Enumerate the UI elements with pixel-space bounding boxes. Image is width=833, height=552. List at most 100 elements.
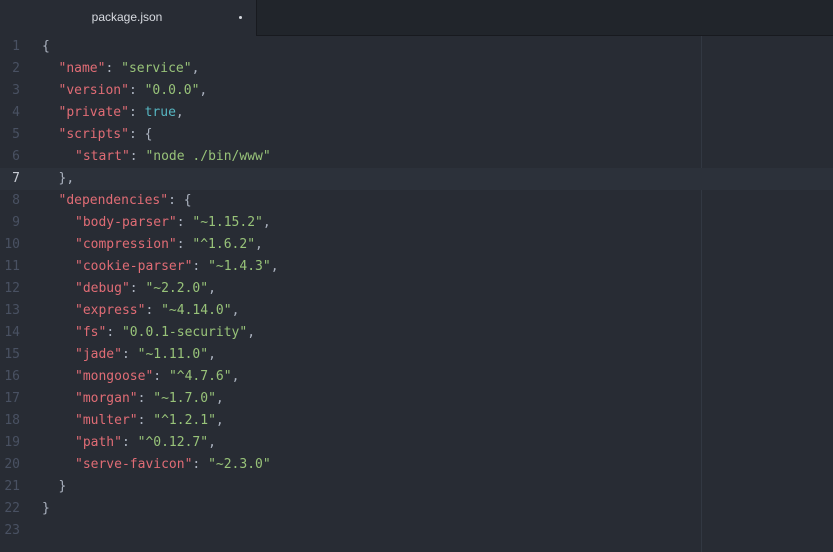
json-punctuation: :: [105, 61, 122, 76]
json-punctuation: :: [145, 303, 162, 318]
json-punctuation: : {: [128, 127, 153, 142]
line-number[interactable]: 12: [0, 278, 20, 300]
code-line[interactable]: 8 "dependencies": {: [0, 190, 833, 212]
json-punctuation: :: [137, 391, 154, 406]
line-number[interactable]: 13: [0, 300, 20, 322]
json-punctuation: :: [192, 457, 209, 472]
line-code: }: [42, 498, 50, 520]
json-string: "~2.2.0": [145, 281, 209, 296]
line-number[interactable]: 18: [0, 410, 20, 432]
code-line[interactable]: 4 "private": true,: [0, 102, 833, 124]
json-punctuation: ,: [262, 215, 271, 230]
line-code: "multer": "^1.2.1",: [75, 410, 224, 432]
code-line[interactable]: 9 "body-parser": "~1.15.2",: [0, 212, 833, 234]
line-code: "express": "~4.14.0",: [75, 300, 239, 322]
json-key: "path": [75, 435, 122, 450]
json-punctuation: ,: [231, 303, 240, 318]
json-punctuation: : {: [168, 193, 192, 208]
code-line[interactable]: 13 "express": "~4.14.0",: [0, 300, 833, 322]
json-key: "fs": [75, 325, 107, 340]
line-number[interactable]: 14: [0, 322, 20, 344]
line-code: {: [42, 36, 50, 58]
line-number[interactable]: 2: [0, 58, 20, 80]
json-punctuation: :: [121, 435, 138, 450]
json-punctuation: ,: [199, 83, 208, 98]
json-string: "service": [121, 61, 192, 76]
line-number[interactable]: 9: [0, 212, 20, 234]
line-number[interactable]: 23: [0, 520, 20, 542]
line-code: "morgan": "~1.7.0",: [75, 388, 224, 410]
line-code: "name": "service",: [59, 58, 200, 80]
line-number[interactable]: 11: [0, 256, 20, 278]
code-line[interactable]: 20 "serve-favicon": "~2.3.0": [0, 454, 833, 476]
json-punctuation: :: [137, 413, 154, 428]
code-line[interactable]: 21}: [0, 476, 833, 498]
line-number[interactable]: 5: [0, 124, 20, 146]
json-key: "name": [58, 61, 106, 76]
json-key: "serve-favicon": [75, 457, 193, 472]
json-string: "~1.11.0": [137, 347, 209, 362]
code-line[interactable]: 7},: [0, 168, 833, 190]
json-punctuation: ,: [215, 413, 224, 428]
json-key: "private": [58, 105, 129, 120]
json-string: "~1.15.2": [192, 215, 263, 230]
code-line[interactable]: 16 "mongoose": "^4.7.6",: [0, 366, 833, 388]
line-code: "body-parser": "~1.15.2",: [75, 212, 271, 234]
line-number[interactable]: 15: [0, 344, 20, 366]
code-line[interactable]: 2 "name": "service",: [0, 58, 833, 80]
json-key: "debug": [75, 281, 130, 296]
tab-package-json[interactable]: package.json: [0, 0, 257, 36]
json-string: "0.0.1-security": [121, 325, 248, 340]
modified-indicator-icon: [239, 16, 242, 19]
line-number[interactable]: 1: [0, 36, 20, 58]
line-number[interactable]: 6: [0, 146, 20, 168]
line-code: "version": "0.0.0",: [59, 80, 208, 102]
line-code: "scripts": {: [59, 124, 153, 146]
json-boolean: true: [144, 105, 176, 120]
line-number[interactable]: 10: [0, 234, 20, 256]
json-punctuation: ,: [208, 347, 216, 362]
json-string: "~1.7.0": [153, 391, 216, 406]
code-line[interactable]: 6 "start": "node ./bin/www": [0, 146, 833, 168]
code-line[interactable]: 15 "jade": "~1.11.0",: [0, 344, 833, 366]
code-line[interactable]: 10 "compression": "^1.6.2",: [0, 234, 833, 256]
code-editor[interactable]: 1{2 "name": "service", 3 "version": "0.0.0"…: [0, 36, 833, 552]
editor-window: package.json 1{2 "name": "service", 3 "vers…: [0, 0, 833, 552]
code-line[interactable]: 22}: [0, 498, 833, 520]
json-punctuation: ,: [270, 259, 279, 274]
code-line[interactable]: 1{: [0, 36, 833, 58]
code-line[interactable]: 17 "morgan": "~1.7.0",: [0, 388, 833, 410]
line-number[interactable]: 17: [0, 388, 20, 410]
line-code: "serve-favicon": "~2.3.0": [75, 454, 271, 476]
line-number[interactable]: 20: [0, 454, 20, 476]
line-number[interactable]: 4: [0, 102, 20, 124]
json-punctuation: ,: [175, 105, 184, 120]
line-code: "start": "node ./bin/www": [75, 146, 271, 168]
line-number[interactable]: 8: [0, 190, 20, 212]
code-line[interactable]: 3 "version": "0.0.0",: [0, 80, 833, 102]
json-string: "^0.12.7": [137, 435, 209, 450]
json-key: "morgan": [75, 391, 138, 406]
code-line[interactable]: 18 "multer": "^1.2.1",: [0, 410, 833, 432]
code-line[interactable]: 5 "scripts": {: [0, 124, 833, 146]
code-line[interactable]: 12 "debug": "~2.2.0",: [0, 278, 833, 300]
line-code: "private": true,: [59, 102, 184, 124]
json-punctuation: },: [58, 171, 75, 186]
line-code: },: [59, 168, 75, 190]
code-line[interactable]: 19 "path": "^0.12.7",: [0, 432, 833, 454]
json-key: "start": [75, 149, 130, 164]
json-key: "express": [75, 303, 146, 318]
tab-bar: package.json: [0, 0, 833, 36]
line-number[interactable]: 21: [0, 476, 20, 498]
line-number[interactable]: 16: [0, 366, 20, 388]
code-line[interactable]: 11 "cookie-parser": "~1.4.3",: [0, 256, 833, 278]
json-key: "version": [58, 83, 129, 98]
line-number[interactable]: 7: [0, 168, 20, 190]
line-number[interactable]: 3: [0, 80, 20, 102]
code-line[interactable]: 23: [0, 520, 833, 542]
code-line[interactable]: 14 "fs": "0.0.1-security",: [0, 322, 833, 344]
line-number[interactable]: 19: [0, 432, 20, 454]
line-number[interactable]: 22: [0, 498, 20, 520]
line-code: }: [59, 476, 67, 498]
line-code: "jade": "~1.11.0",: [75, 344, 216, 366]
